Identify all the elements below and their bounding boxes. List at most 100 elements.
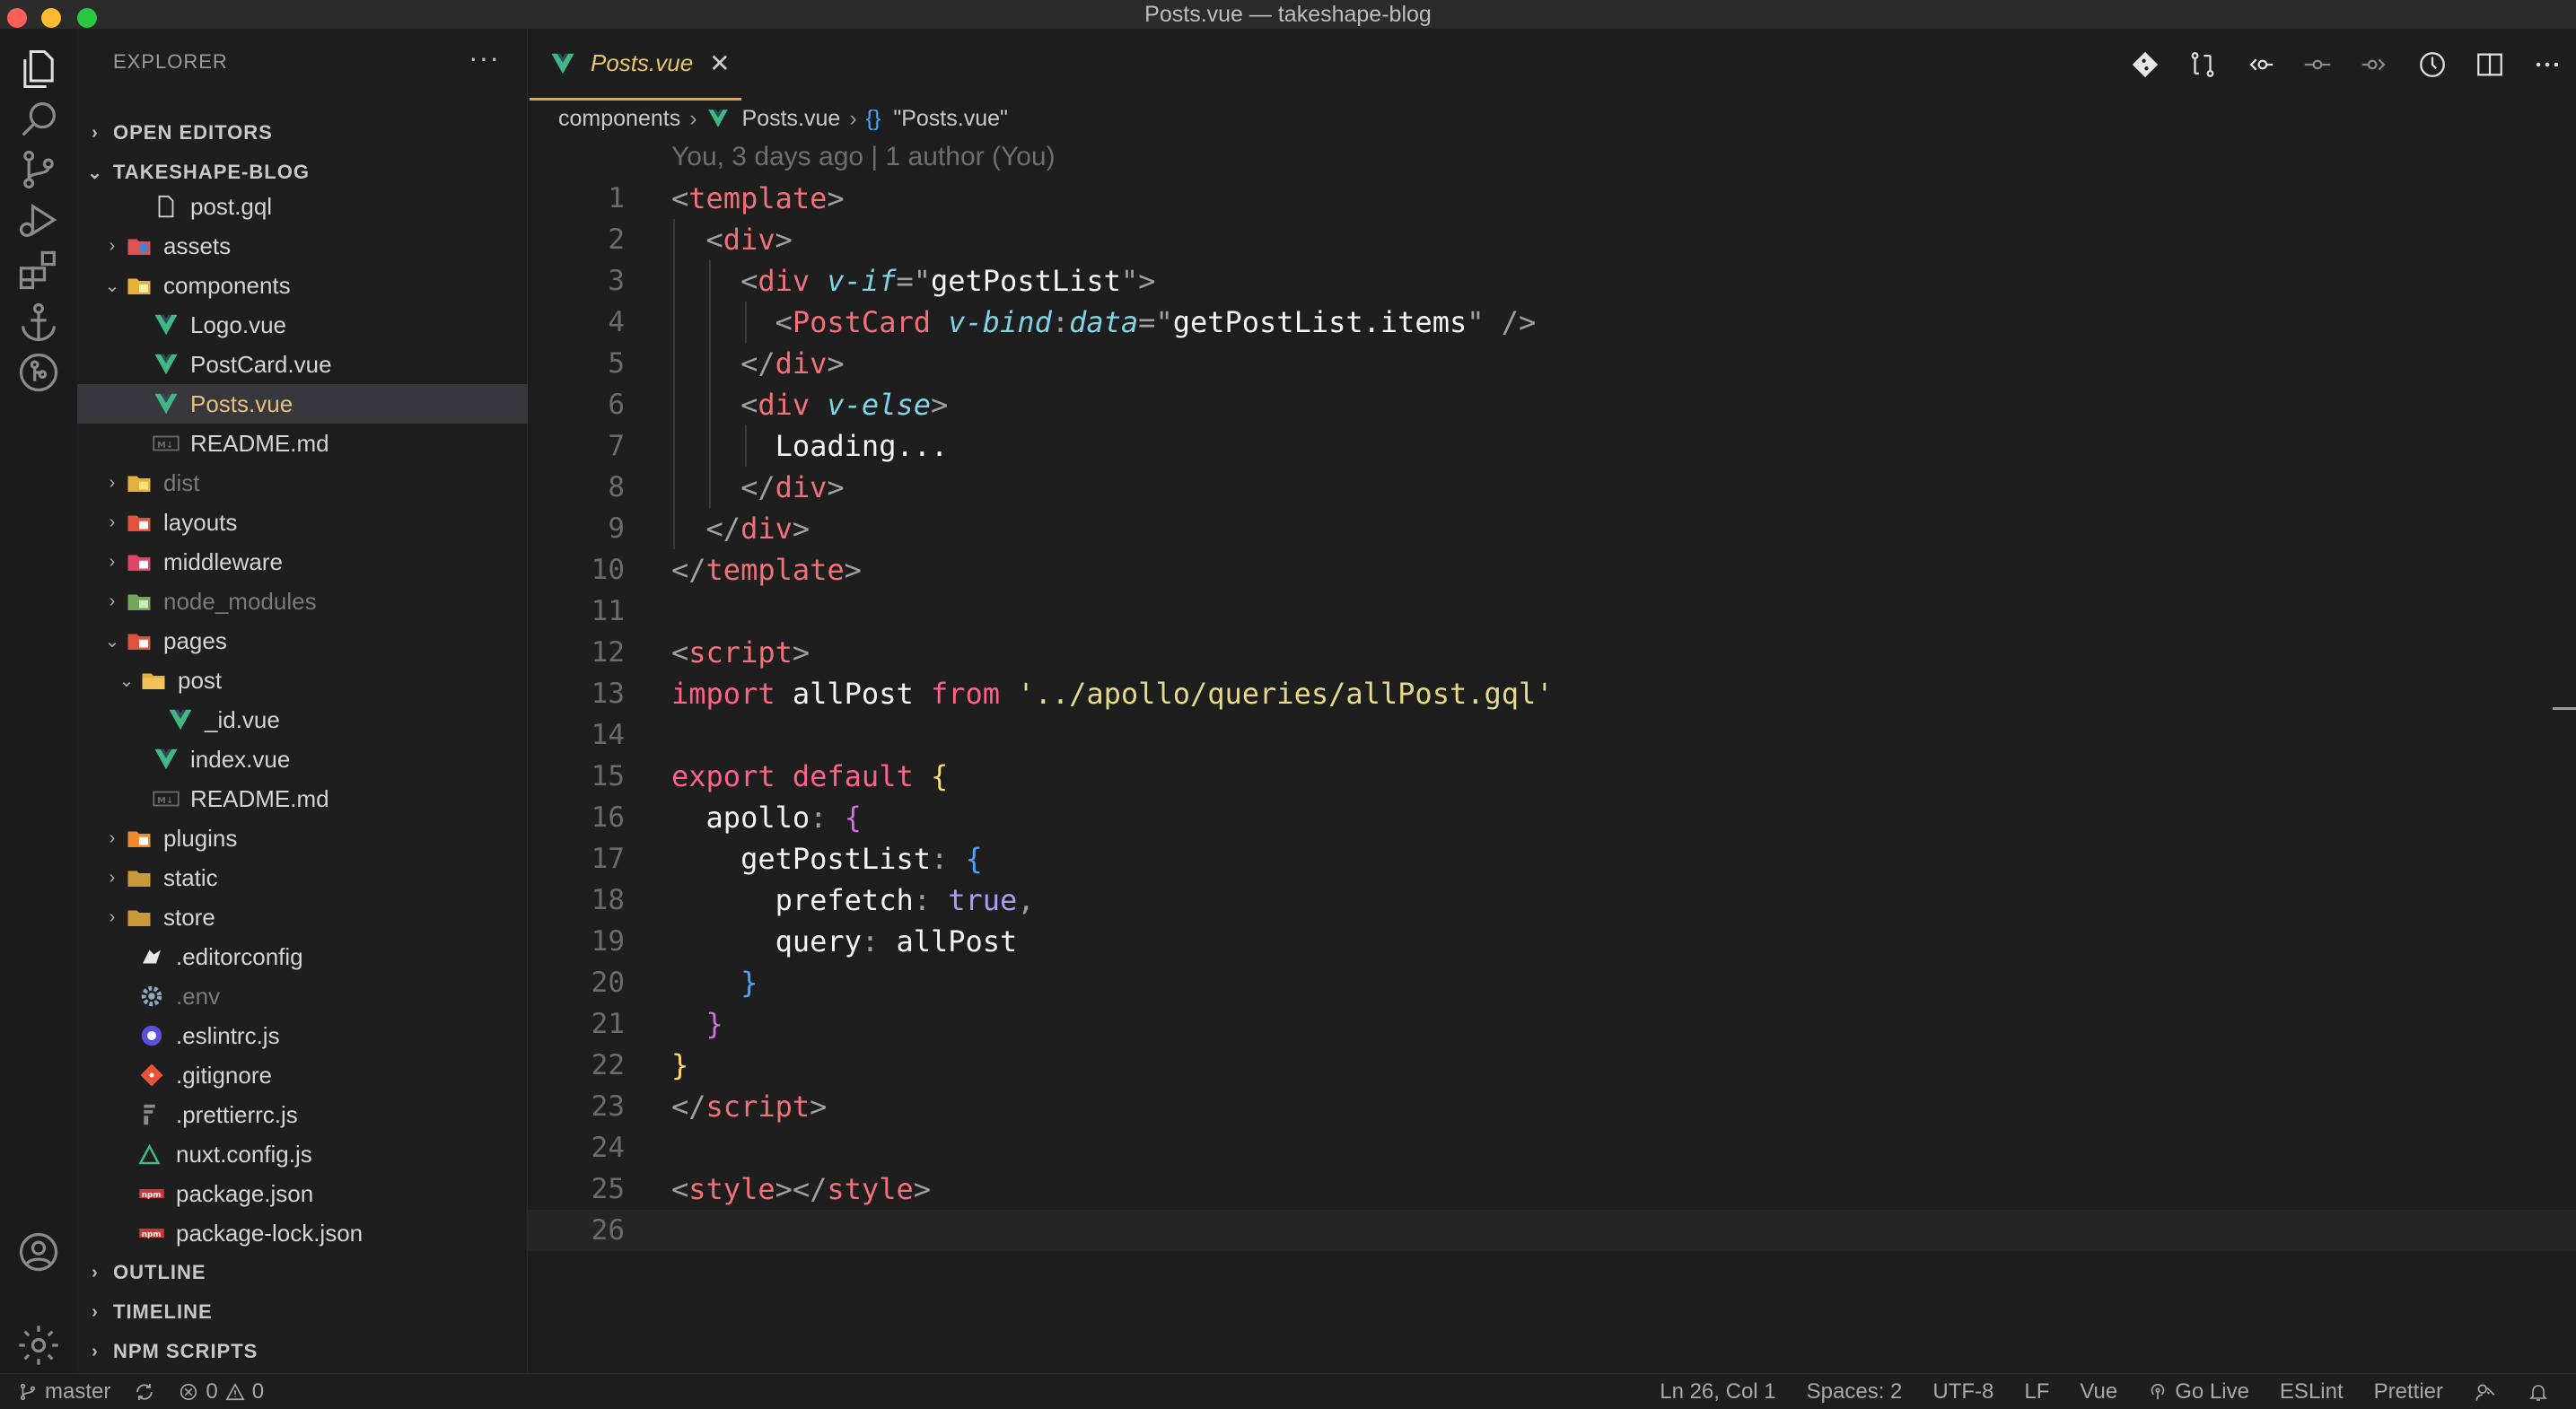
tree-item-label: store bbox=[163, 903, 215, 931]
compare-changes-icon[interactable] bbox=[2174, 29, 2231, 101]
outline-section[interactable]: › OUTLINE bbox=[77, 1255, 528, 1291]
explorer-icon[interactable] bbox=[13, 43, 65, 95]
tree-item-package-lock[interactable]: npm package-lock.json bbox=[77, 1213, 528, 1253]
svg-text:M↓: M↓ bbox=[157, 796, 173, 806]
extensions-icon[interactable] bbox=[13, 244, 65, 296]
tree-item-components[interactable]: ⌄ components bbox=[77, 266, 528, 305]
cursor-position[interactable]: Ln 26, Col 1 bbox=[1660, 1379, 1775, 1405]
chevron-down-icon: ⌄ bbox=[104, 631, 120, 652]
tree-item-id-vue[interactable]: _id.vue bbox=[77, 700, 528, 740]
project-section[interactable]: ⌄ TAKESHAPE-BLOG bbox=[77, 154, 528, 190]
tree-item-label: components bbox=[163, 271, 291, 299]
sync-icon bbox=[136, 1383, 153, 1400]
line-number: 15 bbox=[591, 760, 625, 792]
tree-item-plugins[interactable]: › plugins bbox=[77, 818, 528, 858]
code-token: script bbox=[705, 1090, 810, 1124]
run-debug-icon[interactable] bbox=[13, 194, 65, 246]
git-lens-icon[interactable] bbox=[2116, 29, 2174, 101]
chevron-right-icon: › bbox=[109, 235, 116, 256]
tree-item-index-vue[interactable]: index.vue bbox=[77, 740, 528, 779]
tree-item-gitignore[interactable]: .gitignore bbox=[77, 1055, 528, 1095]
tree-item-middleware[interactable]: › middleware bbox=[77, 542, 528, 582]
tab-posts-vue[interactable]: Posts.vue ✕ bbox=[530, 29, 741, 101]
timeline-icon[interactable] bbox=[2404, 29, 2461, 101]
previous-change-icon[interactable] bbox=[2231, 29, 2289, 101]
folder-pages-icon bbox=[126, 627, 153, 654]
breadcrumb-folder[interactable]: components bbox=[558, 106, 680, 132]
tree-item-readme-pages[interactable]: M↓ README.md bbox=[77, 779, 528, 818]
vue-icon bbox=[551, 53, 574, 74]
overview-ruler-mark bbox=[2553, 707, 2576, 710]
git-graph-icon[interactable] bbox=[13, 346, 65, 398]
tree-item-readme[interactable]: M↓ README.md bbox=[77, 424, 528, 463]
tree-item-assets[interactable]: › assets bbox=[77, 226, 528, 266]
tree-item-logo-vue[interactable]: Logo.vue bbox=[77, 305, 528, 345]
code-token: import bbox=[671, 677, 775, 711]
code-line: 16 apollo: { bbox=[528, 797, 2576, 838]
tree-item-postcard-vue[interactable]: PostCard.vue bbox=[77, 345, 528, 384]
go-live-button[interactable]: Go Live bbox=[2148, 1379, 2249, 1405]
search-icon[interactable] bbox=[13, 93, 65, 145]
feedback-icon[interactable] bbox=[2474, 1380, 2497, 1404]
code-token: > bbox=[827, 346, 845, 381]
tree-item-editorconfig[interactable]: .editorconfig bbox=[77, 937, 528, 976]
tree-item-layouts[interactable]: › layouts bbox=[77, 503, 528, 542]
language-mode[interactable]: Vue bbox=[2080, 1379, 2117, 1405]
problems-status[interactable]: 0 0 bbox=[179, 1379, 264, 1405]
tree-item-eslintrc[interactable]: .eslintrc.js bbox=[77, 1016, 528, 1055]
tab-label: Posts.vue bbox=[591, 49, 694, 76]
sync-status[interactable] bbox=[134, 1381, 155, 1403]
tree-item-static[interactable]: › static bbox=[77, 858, 528, 897]
code-line: 9 </div> bbox=[528, 508, 2576, 549]
tree-item-package-json[interactable]: npm package.json bbox=[77, 1174, 528, 1213]
encoding[interactable]: UTF-8 bbox=[1932, 1379, 1993, 1405]
git-blame-annotation[interactable]: You, 3 days ago | 1 author (You) bbox=[671, 142, 1056, 172]
code-line: 1 <template> bbox=[528, 178, 2576, 219]
end-of-line[interactable]: LF bbox=[2024, 1379, 2049, 1405]
tree-item-store[interactable]: › store bbox=[77, 897, 528, 937]
next-change-icon[interactable] bbox=[2346, 29, 2404, 101]
open-editors-section[interactable]: › OPEN EDITORS bbox=[77, 115, 528, 151]
line-number: 6 bbox=[608, 389, 625, 421]
tree-item-node-modules[interactable]: › node_modules bbox=[77, 582, 528, 621]
anchor-icon[interactable] bbox=[13, 296, 65, 348]
title-bar: Posts.vue — takeshape-blog bbox=[0, 0, 2576, 29]
code-token: style bbox=[827, 1172, 914, 1206]
source-control-icon[interactable] bbox=[13, 144, 65, 196]
line-number: 5 bbox=[608, 347, 625, 380]
markdown-icon: M↓ bbox=[153, 785, 180, 812]
warning-icon bbox=[225, 1382, 245, 1400]
notification-bell-icon[interactable] bbox=[2528, 1381, 2549, 1403]
tree-item-post-gql[interactable]: post.gql bbox=[77, 187, 528, 226]
breadcrumb-file[interactable]: Posts.vue bbox=[742, 106, 841, 132]
settings-gear-icon[interactable] bbox=[13, 1319, 65, 1371]
npm-scripts-section[interactable]: › NPM SCRIPTS bbox=[77, 1334, 528, 1370]
tree-item-posts-vue[interactable]: Posts.vue bbox=[77, 384, 528, 424]
tree-item-pages[interactable]: ⌄ pages bbox=[77, 621, 528, 661]
close-tab-icon[interactable]: ✕ bbox=[709, 48, 730, 78]
code-token: </ bbox=[671, 1090, 706, 1124]
eslint-status[interactable]: ESLint bbox=[2280, 1379, 2344, 1405]
commit-icon[interactable] bbox=[2289, 29, 2346, 101]
breadcrumb-symbol[interactable]: "Posts.vue" bbox=[893, 106, 1008, 132]
tree-item-nuxt-config[interactable]: nuxt.config.js bbox=[77, 1134, 528, 1174]
split-editor-icon[interactable] bbox=[2461, 29, 2519, 101]
line-number: 23 bbox=[591, 1090, 625, 1123]
tree-item-prettierrc[interactable]: .prettierrc.js bbox=[77, 1095, 528, 1134]
more-actions-icon[interactable] bbox=[2519, 29, 2576, 101]
account-icon[interactable] bbox=[13, 1226, 65, 1278]
code-token: template bbox=[688, 181, 828, 215]
line-number: 20 bbox=[591, 967, 625, 999]
indentation[interactable]: Spaces: 2 bbox=[1807, 1379, 1903, 1405]
code-token: '../apollo/queries/allPost.gql' bbox=[1017, 677, 1554, 711]
tree-item-post-folder[interactable]: ⌄ post bbox=[77, 661, 528, 700]
prettier-status[interactable]: Prettier bbox=[2374, 1379, 2443, 1405]
code-token: { bbox=[930, 759, 949, 793]
timeline-section[interactable]: › TIMELINE bbox=[77, 1294, 528, 1330]
more-actions-icon[interactable]: ··· bbox=[469, 41, 500, 74]
branch-status[interactable]: master bbox=[18, 1379, 110, 1405]
code-editor[interactable]: 1 <template> 2 <div> 3 <div v-if="getPost… bbox=[528, 178, 2576, 1251]
tree-item-env[interactable]: .env bbox=[77, 976, 528, 1016]
tree-item-dist[interactable]: › dist bbox=[77, 463, 528, 503]
section-label: TIMELINE bbox=[113, 1300, 213, 1323]
